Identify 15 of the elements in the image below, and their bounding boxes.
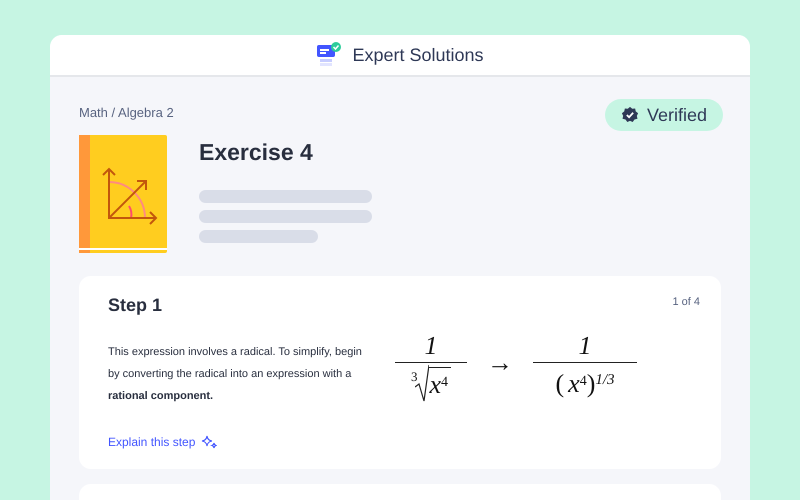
step-title: Step 1: [108, 294, 162, 317]
step-explanation: This expression involves a radical. To simplify, begin by converting the radical into an expression with a rational component.: [108, 345, 363, 404]
badge-label: Verified: [646, 104, 707, 126]
breadcrumb[interactable]: Math / Algebra 2: [79, 103, 174, 122]
power-fraction: 1 (x$^{4}$)$^{1/3}$: [533, 330, 637, 402]
header-title: Expert Solutions: [352, 44, 484, 67]
sparkle-icon: [201, 435, 218, 449]
screen-check-icon: [316, 42, 342, 68]
verified-seal-icon: [620, 106, 639, 124]
step-counter: 1 of 4: [672, 295, 700, 310]
radical-sign-icon: [415, 362, 430, 402]
radical-fraction: 1 3 x$^{4}$: [395, 330, 467, 402]
explain-step-link[interactable]: Explain this step: [108, 433, 196, 451]
arrow-symbol: →: [487, 346, 513, 378]
exercise-title: Exercise 4: [199, 138, 314, 167]
